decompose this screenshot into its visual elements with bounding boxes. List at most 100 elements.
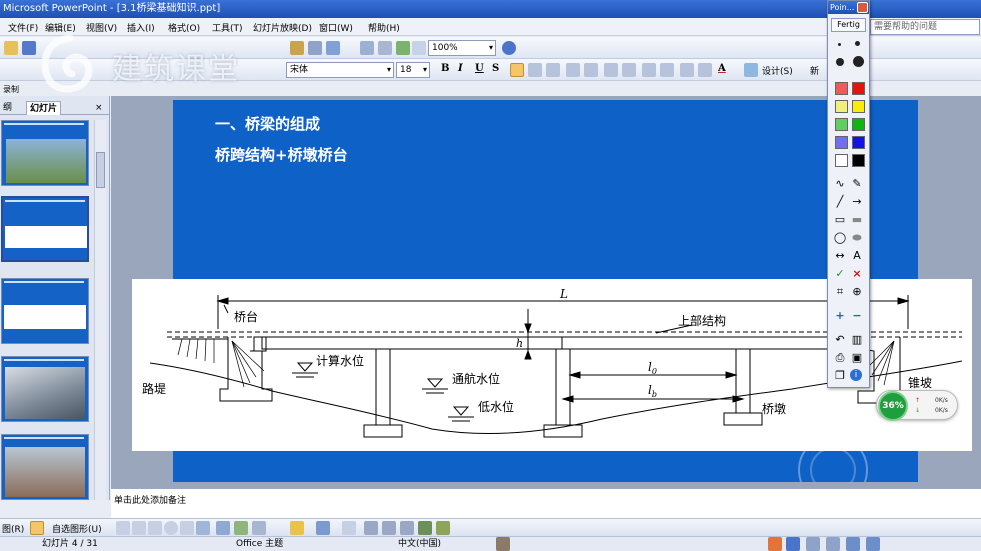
swatch-light-blue[interactable] [835, 136, 848, 149]
help-search-input[interactable]: 需要帮助的问题 [870, 19, 980, 35]
draw-menu-button[interactable]: 图(R) [2, 522, 24, 535]
cross-icon[interactable]: × [850, 267, 864, 280]
color-grayscale-icon[interactable] [396, 41, 410, 55]
line-spacing-icon[interactable] [604, 63, 618, 77]
keyboard-icon[interactable] [826, 537, 840, 551]
arrow-icon[interactable] [132, 521, 146, 535]
dot-medium-icon[interactable] [855, 41, 860, 46]
clipart-icon[interactable] [234, 521, 248, 535]
zoom-select[interactable]: 100% [428, 40, 496, 56]
notes-pane[interactable]: 单击此处添加备注 [111, 488, 981, 518]
font-size-select[interactable]: 18 [396, 62, 430, 78]
swatch-light-green[interactable] [835, 118, 848, 131]
plus-icon[interactable]: + [833, 309, 847, 322]
tab-slides[interactable]: 幻灯片 [26, 101, 62, 115]
save-disk-icon[interactable]: ▣ [850, 351, 864, 364]
slide-thumbnail-1[interactable] [1, 120, 89, 186]
slide-subtitle[interactable]: 桥跨结构+桥墩桥台 [215, 144, 348, 165]
pane-close-button[interactable]: × [92, 101, 106, 115]
increase-font-icon[interactable] [642, 63, 656, 77]
dot-xlarge-icon[interactable] [853, 56, 864, 67]
filled-ellipse-icon[interactable]: ⬬ [850, 231, 864, 244]
dot-large-icon[interactable] [836, 58, 844, 66]
menu-help[interactable]: 帮助(H) [368, 21, 400, 34]
ime-icon[interactable] [768, 537, 782, 551]
swatch-white[interactable] [835, 154, 848, 167]
grid-icon[interactable] [378, 41, 392, 55]
new-slide-button[interactable]: 新 [810, 64, 819, 77]
diagram-icon[interactable] [216, 521, 230, 535]
indent-more-icon[interactable] [698, 63, 712, 77]
3d-style-icon[interactable] [436, 521, 450, 535]
print-icon[interactable]: ⎙ [833, 351, 847, 364]
checkmark-icon[interactable]: ✓ [833, 267, 847, 280]
menu-format[interactable]: 格式(O) [168, 21, 200, 34]
table-icon[interactable] [308, 41, 322, 55]
swatch-light-red[interactable] [835, 82, 848, 95]
copy-icon[interactable]: ❐ [833, 369, 847, 382]
record-label[interactable]: 录制 [3, 85, 19, 94]
font-color-button[interactable]: A [718, 63, 726, 74]
underline-button[interactable]: U [475, 63, 484, 74]
autoshapes-button[interactable]: 自选图形(U) [52, 522, 102, 535]
swatch-light-yellow[interactable] [835, 100, 848, 113]
swatch-yellow[interactable] [852, 100, 865, 113]
open-icon[interactable] [4, 41, 18, 55]
text-tool-icon[interactable]: A [850, 249, 864, 262]
tools-icon[interactable] [866, 537, 880, 551]
swatch-black[interactable] [852, 154, 865, 167]
save-icon[interactable] [22, 41, 36, 55]
minus-icon[interactable]: − [850, 309, 864, 322]
arrow-style-icon[interactable] [400, 521, 414, 535]
double-arrow-icon[interactable]: ↔ [833, 249, 847, 262]
scrollbar-thumb[interactable] [96, 152, 105, 188]
align-center-icon[interactable] [528, 63, 542, 77]
align-left-icon[interactable] [510, 63, 524, 77]
indent-icon[interactable] [622, 63, 636, 77]
arrow-tool-icon[interactable]: → [850, 195, 864, 208]
slide-thumbnail-4[interactable] [1, 356, 89, 422]
shadow-style-icon[interactable] [418, 521, 432, 535]
network-speed-widget[interactable]: 36% ↑ 0K/s ↓ 0K/s [876, 390, 958, 421]
line-style-icon[interactable] [364, 521, 378, 535]
design-icon[interactable] [744, 63, 758, 77]
crop-icon[interactable]: ⌗ [833, 285, 847, 298]
line-color-icon[interactable] [316, 521, 330, 535]
font-color-icon[interactable] [342, 521, 356, 535]
indent-less-icon[interactable] [680, 63, 694, 77]
shadow-button[interactable]: S [492, 63, 499, 74]
tab-outline[interactable]: 纲 [0, 101, 15, 115]
dash-style-icon[interactable] [382, 521, 396, 535]
oval-icon[interactable] [164, 521, 178, 535]
swatch-green[interactable] [852, 118, 865, 131]
eraser-icon[interactable]: ✎ [850, 177, 864, 190]
fill-color-icon[interactable] [290, 521, 304, 535]
textbox-icon[interactable] [180, 521, 194, 535]
help-icon[interactable] [502, 41, 516, 55]
zoom-tool-icon[interactable]: ⊕ [850, 285, 864, 298]
picture-icon[interactable] [252, 521, 266, 535]
align-right-icon[interactable] [546, 63, 560, 77]
slide-thumbnail-2[interactable] [1, 196, 89, 262]
trash-icon[interactable]: ▥ [850, 333, 864, 346]
ime-mode-icon[interactable] [786, 537, 800, 551]
design-button[interactable]: 设计(S) [762, 64, 793, 77]
rectangle-icon[interactable] [148, 521, 162, 535]
line-tool-icon[interactable]: ╱ [833, 195, 847, 208]
settings-icon[interactable] [846, 537, 860, 551]
swatch-red[interactable] [852, 82, 865, 95]
menu-tools[interactable]: 工具(T) [212, 21, 243, 34]
menu-file[interactable]: 文件(F) [8, 21, 38, 34]
menu-window[interactable]: 窗口(W) [319, 21, 353, 34]
rectangle-tool-icon[interactable]: ▭ [833, 213, 847, 226]
menu-insert[interactable]: 插入(I) [127, 21, 155, 34]
bullets-icon[interactable] [584, 63, 598, 77]
chart-icon[interactable] [326, 41, 340, 55]
bold-button[interactable]: B [441, 63, 449, 74]
slide-title[interactable]: 一、桥梁的组成 [215, 113, 320, 134]
font-name-select[interactable]: 宋体 [286, 62, 394, 78]
menu-edit[interactable]: 编辑(E) [45, 21, 76, 34]
expand-icon[interactable] [360, 41, 374, 55]
line-icon[interactable] [116, 521, 130, 535]
menu-slideshow[interactable]: 幻灯片放映(D) [253, 21, 312, 34]
